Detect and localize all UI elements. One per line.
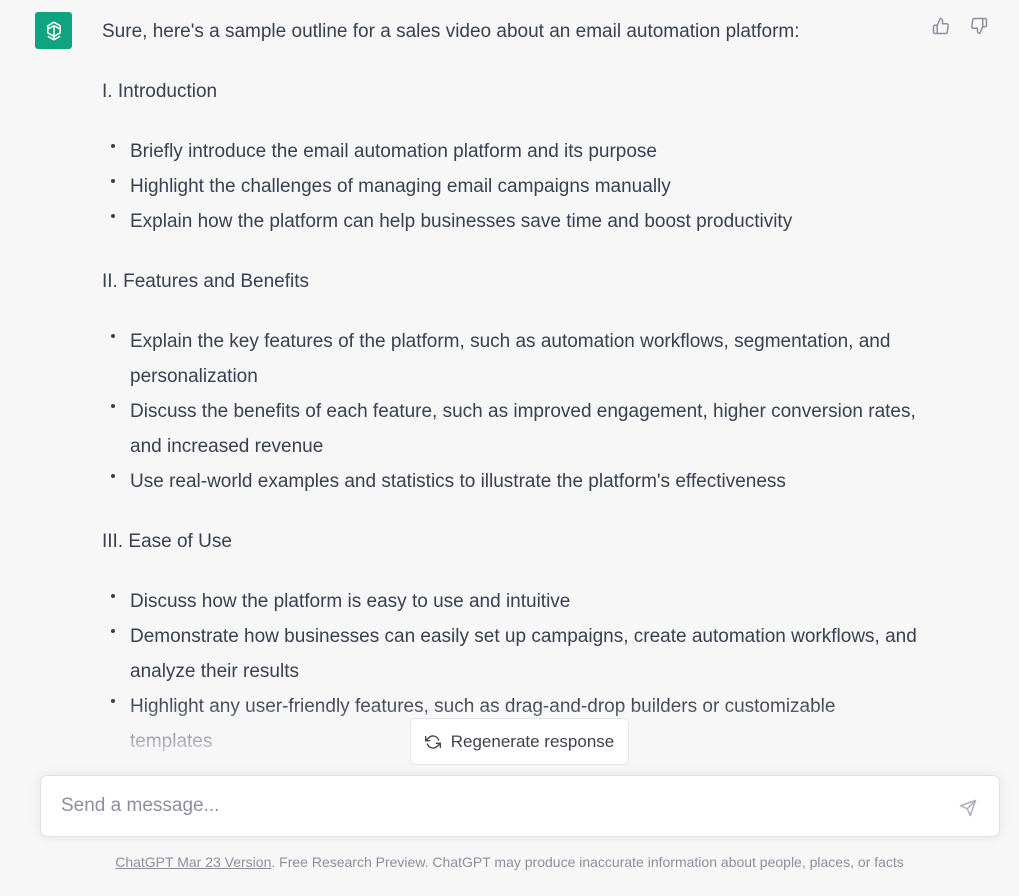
section-heading: II. Features and Benefits (102, 271, 310, 292)
send-button[interactable] (957, 797, 979, 819)
openai-logo-icon (46, 20, 61, 40)
thumbs-up-icon (932, 17, 949, 35)
list-item: Use real-world examples and statistics t… (102, 464, 922, 499)
thumbs-down-button[interactable] (969, 16, 989, 36)
version-link[interactable]: ChatGPT Mar 23 Version (115, 854, 271, 870)
message-feedback (931, 16, 989, 36)
chat-view: Sure, here's a sample outline for a sale… (0, 0, 1019, 896)
section-heading: I. Introduction (102, 81, 218, 102)
footer-disclaimer: ChatGPT Mar 23 Version. Free Research Pr… (0, 854, 1019, 870)
disclaimer-text: . Free Research Preview. ChatGPT may pro… (271, 854, 904, 870)
refresh-icon (424, 734, 441, 749)
list-item: Discuss how the platform is easy to use … (102, 584, 922, 619)
send-icon (959, 799, 977, 817)
assistant-avatar (35, 12, 72, 49)
bullet-list: Briefly introduce the email automation p… (102, 134, 922, 239)
thumbs-down-icon (971, 17, 988, 35)
message-intro: Sure, here's a sample outline for a sale… (102, 21, 800, 42)
message-composer (40, 775, 1000, 837)
message-input[interactable] (61, 776, 941, 836)
section-heading: III. Ease of Use (102, 531, 232, 552)
regenerate-response-button[interactable]: Regenerate response (410, 718, 629, 765)
regenerate-label: Regenerate response (450, 731, 615, 751)
list-item: Explain the key features of the platform… (102, 324, 922, 394)
bullet-list: Explain the key features of the platform… (102, 324, 922, 499)
list-item: Highlight the challenges of managing ema… (102, 169, 922, 204)
assistant-message: Sure, here's a sample outline for a sale… (102, 14, 922, 784)
list-item: Discuss the benefits of each feature, su… (102, 394, 922, 464)
thumbs-up-button[interactable] (931, 16, 951, 36)
list-item: Explain how the platform can help busine… (102, 204, 922, 239)
list-item: Demonstrate how businesses can easily se… (102, 619, 922, 689)
list-item: Briefly introduce the email automation p… (102, 134, 922, 169)
